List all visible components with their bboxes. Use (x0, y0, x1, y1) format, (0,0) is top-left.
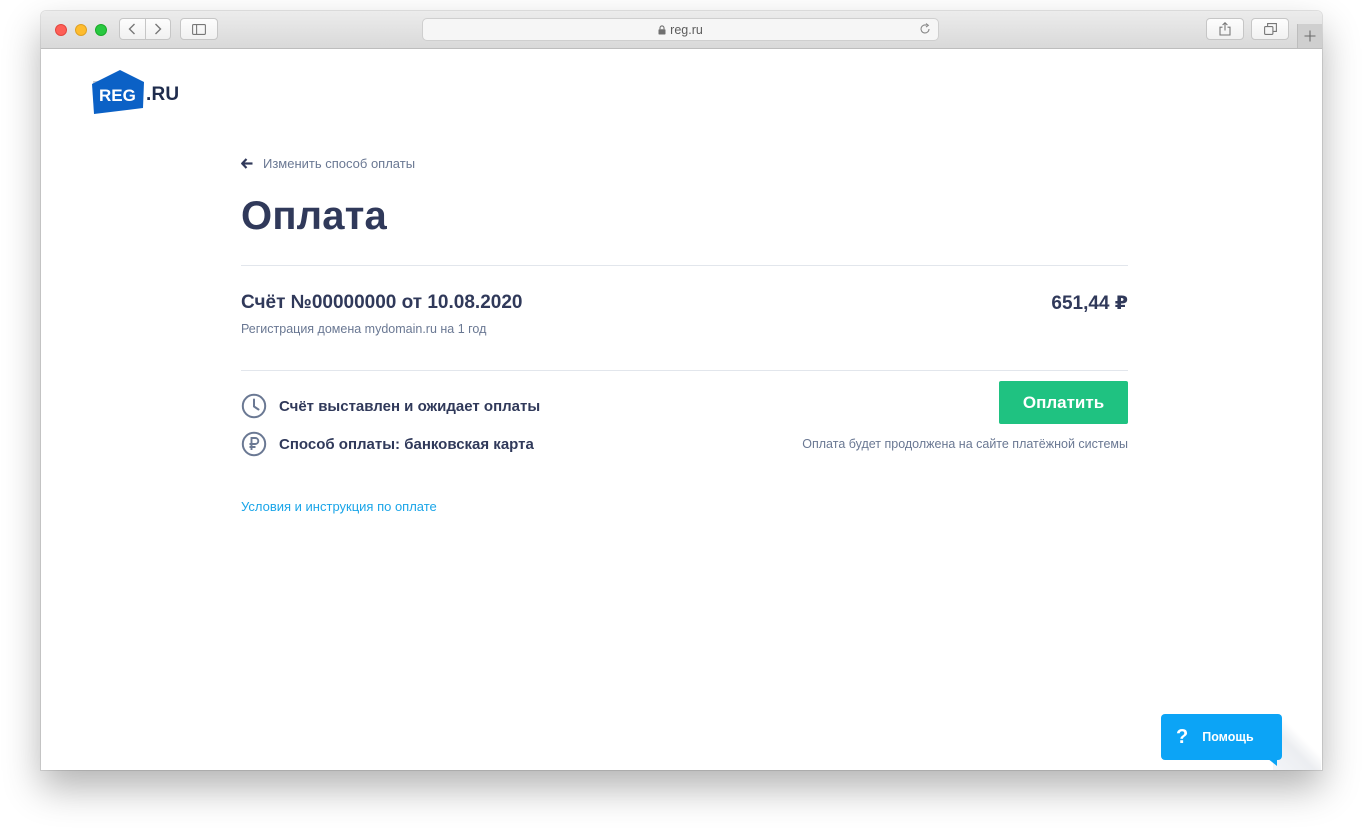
close-window-button[interactable] (55, 24, 67, 36)
new-tab-button[interactable] (1297, 24, 1322, 48)
show-tabs-button[interactable] (1251, 18, 1289, 40)
clock-icon (241, 393, 267, 419)
address-bar[interactable]: reg.ru (422, 18, 939, 41)
page-content: REG .RU Изменить способ оплаты Оплата Сч… (41, 49, 1322, 770)
payment-redirect-note: Оплата будет продолжена на сайте платёжн… (802, 437, 1128, 451)
tabs-icon (1263, 23, 1277, 35)
question-icon: ? (1176, 725, 1189, 748)
arrow-left-icon (241, 158, 253, 169)
browser-toolbar: reg.ru (41, 11, 1322, 49)
payment-method-row: Способ оплаты: банковская карта (241, 431, 534, 457)
share-button[interactable] (1206, 18, 1244, 40)
logo-brand-text: REG (99, 86, 136, 105)
invoice-divider (241, 370, 1128, 371)
logo-badge-icon: REG (92, 70, 144, 114)
address-url: reg.ru (670, 22, 703, 37)
reload-icon[interactable] (919, 23, 931, 35)
pay-button[interactable]: Оплатить (999, 381, 1128, 424)
plus-icon (1304, 30, 1316, 42)
invoice-title: Счёт №00000000 от 10.08.2020 (241, 292, 523, 313)
chevron-left-icon (128, 23, 136, 35)
browser-window: reg.ru REG .RU Изменить способ оплаты Оп… (41, 11, 1322, 770)
share-icon (1219, 22, 1231, 36)
ruble-icon (241, 431, 267, 457)
minimize-window-button[interactable] (75, 24, 87, 36)
help-widget: ? Помощь (1161, 714, 1321, 770)
payment-terms-link[interactable]: Условия и инструкция по оплате (241, 499, 437, 514)
payment-method-text: Способ оплаты: банковская карта (279, 435, 534, 453)
invoice-description: Регистрация домена mydomain.ru на 1 год (241, 322, 487, 336)
invoice-status-row: Счёт выставлен и ожидает оплаты (241, 393, 540, 419)
sidebar-toggle-button[interactable] (180, 18, 218, 40)
zoom-window-button[interactable] (95, 24, 107, 36)
forward-button[interactable] (144, 19, 171, 39)
title-divider (241, 265, 1128, 266)
lock-icon (658, 24, 666, 35)
history-nav-group (119, 18, 171, 40)
help-label: Помощь (1202, 730, 1254, 744)
sidebar-icon (192, 23, 206, 35)
change-payment-method-link[interactable]: Изменить способ оплаты (241, 156, 415, 171)
invoice-status-text: Счёт выставлен и ожидает оплаты (279, 397, 541, 415)
page-title: Оплата (241, 194, 387, 238)
chevron-right-icon (154, 23, 162, 35)
help-button[interactable]: ? Помощь (1161, 714, 1282, 760)
change-payment-method-label: Изменить способ оплаты (263, 156, 416, 171)
site-logo[interactable]: REG .RU (90, 70, 179, 114)
back-button[interactable] (120, 19, 145, 39)
help-bubble-tail (1267, 758, 1277, 766)
invoice-amount: 651,44 ₽ (1051, 293, 1128, 314)
logo-suffix-text: .RU (146, 84, 180, 105)
